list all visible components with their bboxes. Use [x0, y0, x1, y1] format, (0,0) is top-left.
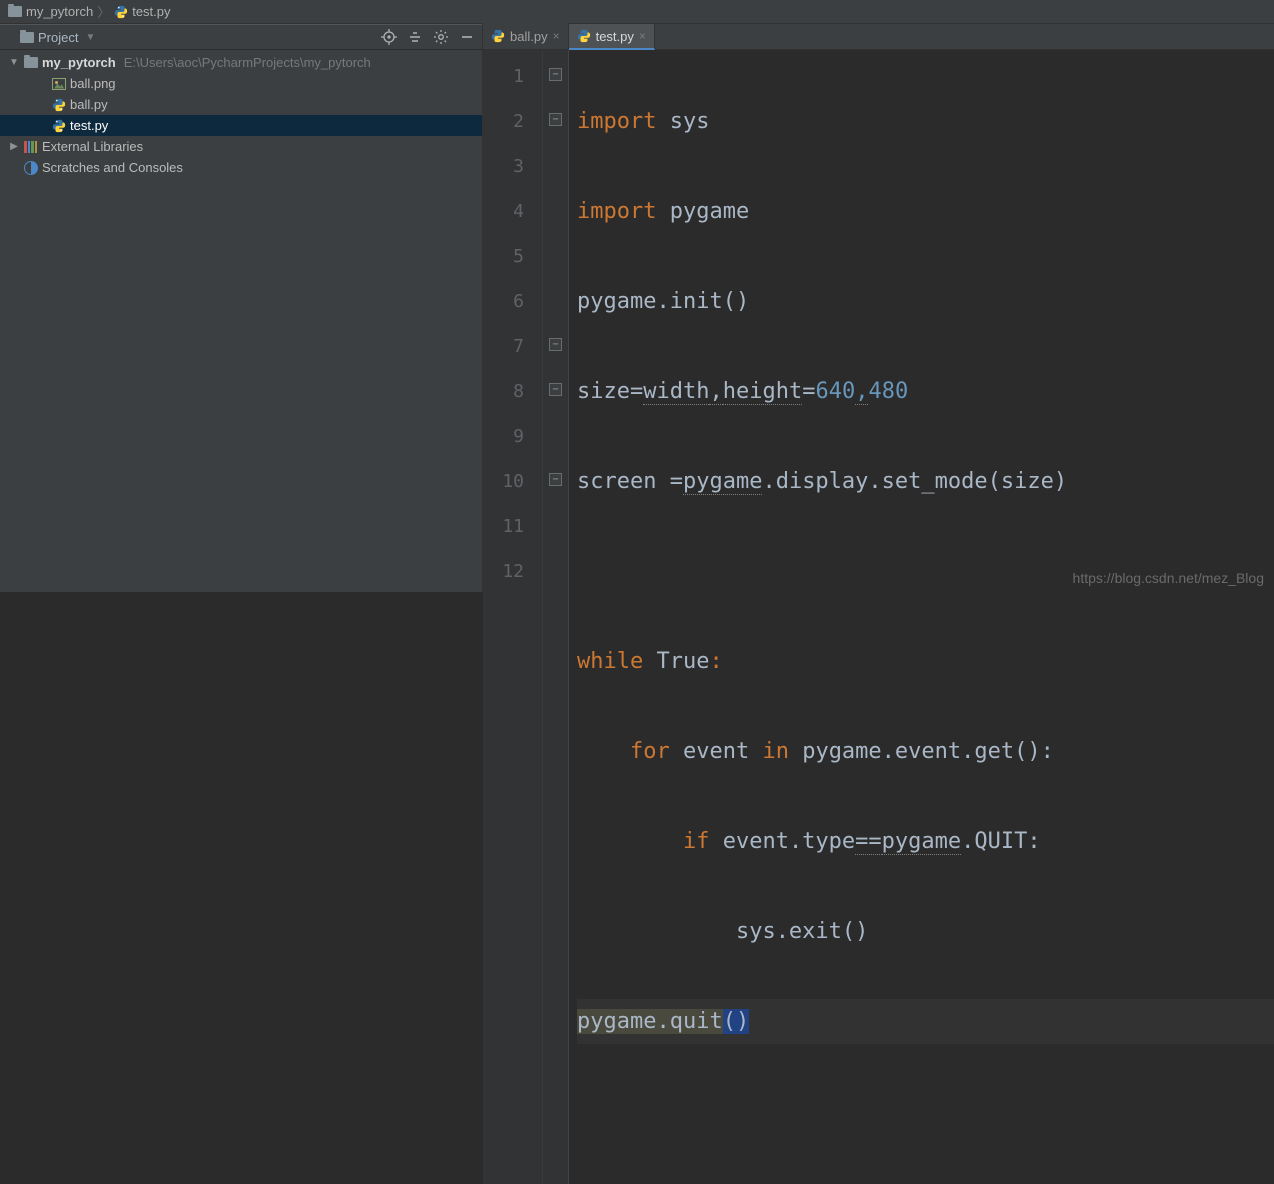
- expand-arrow-icon[interactable]: ▶: [8, 141, 20, 152]
- tab-label: ball.py: [510, 29, 548, 44]
- line-number: 3: [483, 144, 542, 189]
- line-number: 7: [483, 324, 542, 369]
- watermark-text: https://blog.csdn.net/mez_Blog: [1073, 570, 1264, 586]
- fold-marker-icon[interactable]: −: [549, 68, 562, 81]
- line-gutter: 1 2 3 4 5 6 7 8 9 10 11 12: [483, 50, 543, 1184]
- fold-gutter: − − − − −: [543, 50, 569, 1184]
- breadcrumb-item-file[interactable]: test.py: [114, 4, 170, 19]
- code-line-current: pygame.quit(): [577, 999, 1274, 1044]
- tree-external-libs[interactable]: ▶ External Libraries: [0, 136, 482, 157]
- locate-icon[interactable]: [380, 28, 398, 46]
- breadcrumb-sep: 〉: [97, 2, 110, 21]
- tree-scratches-label: Scratches and Consoles: [42, 160, 183, 175]
- line-number: 6: [483, 279, 542, 324]
- line-number: 12: [483, 549, 542, 594]
- fold-marker-icon[interactable]: −: [549, 338, 562, 351]
- project-title-label: Project: [38, 30, 78, 45]
- tab-testpy[interactable]: test.py ×: [569, 24, 655, 50]
- folder-icon: [8, 6, 22, 17]
- minimize-icon[interactable]: [458, 28, 476, 46]
- tab-ballpy[interactable]: ball.py ×: [483, 23, 569, 49]
- tree-root-path: E:\Users\aoc\PycharmProjects\my_pytorch: [124, 55, 371, 70]
- python-file-icon: [577, 29, 591, 43]
- python-file-icon: [491, 29, 505, 43]
- project-title[interactable]: Project ▼: [20, 30, 95, 45]
- breadcrumb-file-label: test.py: [132, 4, 170, 19]
- line-number: 2: [483, 99, 542, 144]
- code-line: sys.exit(): [577, 909, 1274, 954]
- tree-external-label: External Libraries: [42, 139, 143, 154]
- tree-file-label: ball.py: [70, 97, 108, 112]
- line-number: 4: [483, 189, 542, 234]
- fold-marker-icon[interactable]: −: [549, 473, 562, 486]
- code-content[interactable]: import sys import pygame pygame.init() s…: [569, 50, 1274, 1184]
- code-line: [577, 1089, 1274, 1134]
- project-tree[interactable]: ▼ my_pytorch E:\Users\aoc\PycharmProject…: [0, 50, 482, 592]
- library-icon: [24, 141, 38, 153]
- close-icon[interactable]: ×: [639, 29, 646, 43]
- line-number: 5: [483, 234, 542, 279]
- project-header: Project ▼: [0, 24, 482, 50]
- python-file-icon: [52, 98, 66, 112]
- line-number: 9: [483, 414, 542, 459]
- fold-marker-icon[interactable]: −: [549, 113, 562, 126]
- breadcrumb-bar: my_pytorch 〉 test.py: [0, 0, 1274, 24]
- folder-icon: [24, 57, 38, 68]
- expand-arrow-icon[interactable]: ▼: [8, 57, 20, 68]
- folder-icon: [20, 32, 34, 43]
- python-file-icon: [114, 5, 128, 19]
- code-line: pygame.init(): [577, 279, 1274, 324]
- python-file-icon: [52, 119, 66, 133]
- code-line: for event in pygame.event.get():: [577, 729, 1274, 774]
- code-line: import pygame: [577, 189, 1274, 234]
- line-number: 11: [483, 504, 542, 549]
- tree-file-testpy[interactable]: test.py: [0, 115, 482, 136]
- code-editor[interactable]: 1 2 3 4 5 6 7 8 9 10 11 12 − − − − − imp…: [483, 50, 1274, 1184]
- tree-file-label: test.py: [70, 118, 108, 133]
- scratches-icon: [24, 161, 38, 175]
- collapse-icon[interactable]: [406, 28, 424, 46]
- image-file-icon: [52, 78, 66, 90]
- line-number: 8: [483, 369, 542, 414]
- gear-icon[interactable]: [432, 28, 450, 46]
- code-line: size=width,height=640,480: [577, 369, 1274, 414]
- tree-root[interactable]: ▼ my_pytorch E:\Users\aoc\PycharmProject…: [0, 52, 482, 73]
- code-line: screen =pygame.display.set_mode(size): [577, 459, 1274, 504]
- code-line: import sys: [577, 99, 1274, 144]
- code-line: if event.type==pygame.QUIT:: [577, 819, 1274, 864]
- dropdown-icon: ▼: [85, 32, 95, 43]
- line-number: 1: [483, 54, 542, 99]
- tree-file-ballpy[interactable]: ball.py: [0, 94, 482, 115]
- close-icon[interactable]: ×: [553, 29, 560, 43]
- breadcrumb-root-label: my_pytorch: [26, 4, 93, 19]
- tree-file-png[interactable]: ball.png: [0, 73, 482, 94]
- project-tool-window: Project ▼ ▼ my_pytorch E:\Users\aoc\Pych…: [0, 24, 483, 592]
- breadcrumb-item-root[interactable]: my_pytorch: [8, 4, 93, 19]
- code-line: while True:: [577, 639, 1274, 684]
- tab-label: test.py: [596, 29, 634, 44]
- line-number: 10: [483, 459, 542, 504]
- fold-marker-icon[interactable]: −: [549, 383, 562, 396]
- tree-root-label: my_pytorch: [42, 55, 116, 70]
- tree-file-label: ball.png: [70, 76, 116, 91]
- editor-area: ball.py × test.py × 1 2 3 4 5 6 7 8 9 10: [483, 24, 1274, 592]
- editor-tab-bar: ball.py × test.py ×: [483, 24, 1274, 50]
- tree-scratches[interactable]: Scratches and Consoles: [0, 157, 482, 178]
- main-area: Project ▼ ▼ my_pytorch E:\Users\aoc\Pych…: [0, 24, 1274, 592]
- project-actions: [380, 28, 476, 46]
